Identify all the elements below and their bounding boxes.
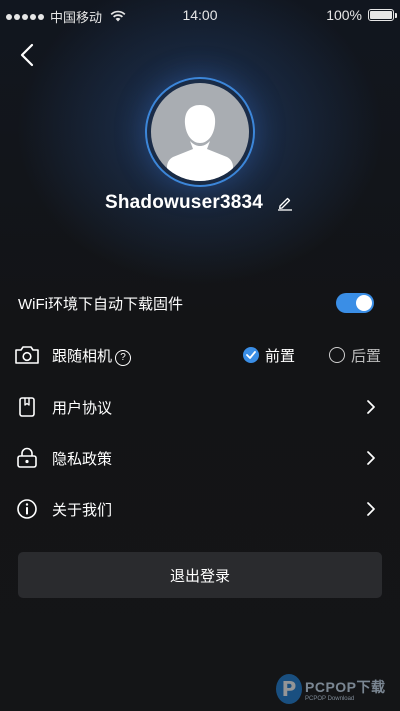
battery-percentage: 100%	[326, 7, 362, 23]
help-icon[interactable]: ?	[115, 349, 132, 366]
menu-item-user-agreement[interactable]: 用户协议	[0, 387, 400, 427]
menu-item-privacy-policy[interactable]: 隐私政策	[0, 438, 400, 478]
pcpop-logo: P	[276, 674, 302, 704]
follow-camera-label: 跟随相机?	[52, 345, 132, 366]
menu-item-about-us[interactable]: 关于我们	[0, 489, 400, 529]
chevron-right-icon	[364, 399, 378, 415]
toggle-knob	[356, 295, 372, 311]
watermark-main: PCPOP下载	[305, 678, 386, 695]
lock-icon	[14, 446, 40, 470]
wifi-firmware-toggle[interactable]	[336, 293, 374, 313]
radio-rear[interactable]: 后置	[329, 345, 381, 366]
camera-icon	[14, 343, 40, 367]
menu-item-label: 用户协议	[52, 399, 113, 417]
back-button[interactable]	[12, 40, 42, 70]
menu-item-label: 隐私政策	[52, 450, 113, 468]
battery-icon	[368, 9, 397, 21]
username: Shadowuser3834	[104, 192, 264, 213]
info-icon	[14, 497, 40, 521]
radio-rear-label: 后置	[351, 347, 382, 365]
book-icon	[14, 395, 40, 419]
avatar[interactable]	[145, 77, 255, 187]
wifi-firmware-row: WiFi环境下自动下载固件	[0, 283, 400, 323]
status-bar-right: 100%	[326, 7, 397, 23]
chevron-right-icon	[364, 501, 378, 517]
user-silhouette-icon	[167, 105, 233, 181]
username-row: Shadowuser3834	[0, 188, 400, 218]
avatar-placeholder	[151, 83, 249, 181]
pencil-icon	[278, 197, 293, 211]
wifi-firmware-label: WiFi环境下自动下载固件	[18, 295, 183, 313]
watermark-text: PCPOP下载 PCPOP Download	[305, 677, 386, 702]
watermark-sub: PCPOP Download	[305, 695, 355, 702]
follow-camera-row: 跟随相机? 前置 后置	[0, 335, 400, 375]
radio-checked-icon	[243, 347, 259, 363]
chevron-right-icon	[364, 450, 378, 466]
logout-button[interactable]: 退出登录	[18, 552, 382, 598]
chevron-left-icon	[20, 43, 34, 67]
menu-item-label: 关于我们	[52, 501, 113, 519]
radio-front-label: 前置	[265, 347, 296, 365]
follow-camera-text: 跟随相机	[52, 347, 113, 365]
radio-front[interactable]: 前置	[243, 345, 295, 366]
status-bar: 中国移动 14:00 100%	[0, 0, 400, 30]
edit-name-button[interactable]	[275, 193, 295, 213]
watermark: P PCPOP下载 PCPOP Download	[276, 674, 386, 704]
radio-unchecked-icon	[329, 347, 345, 363]
